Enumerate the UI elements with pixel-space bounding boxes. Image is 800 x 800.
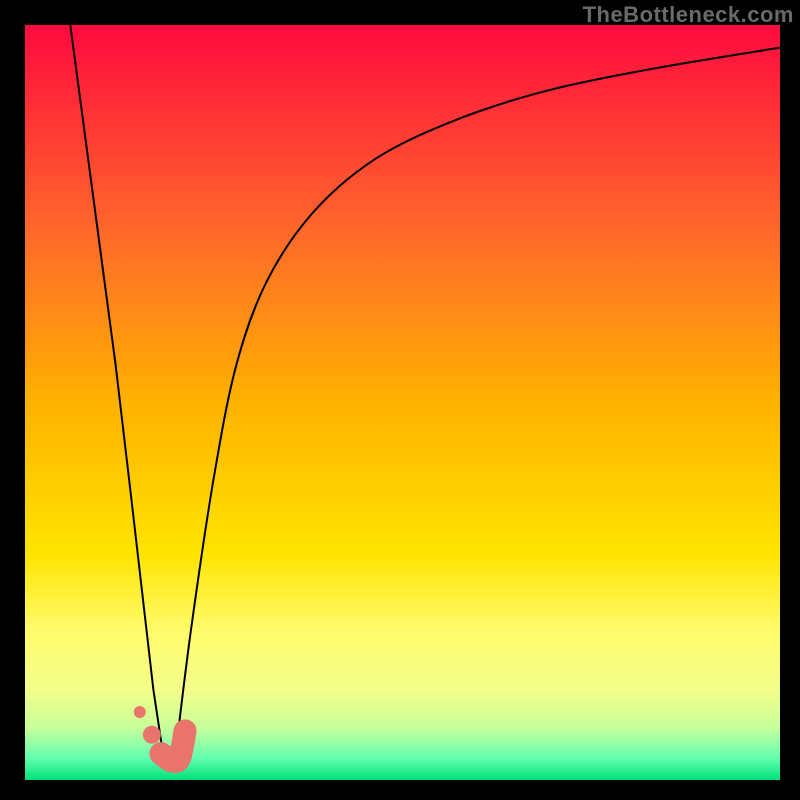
marker-dot	[143, 726, 161, 744]
chart-plot-area	[25, 25, 780, 780]
bottleneck-chart	[0, 0, 800, 800]
watermark-text: TheBottleneck.com	[583, 2, 794, 28]
marker-dot	[134, 706, 146, 718]
